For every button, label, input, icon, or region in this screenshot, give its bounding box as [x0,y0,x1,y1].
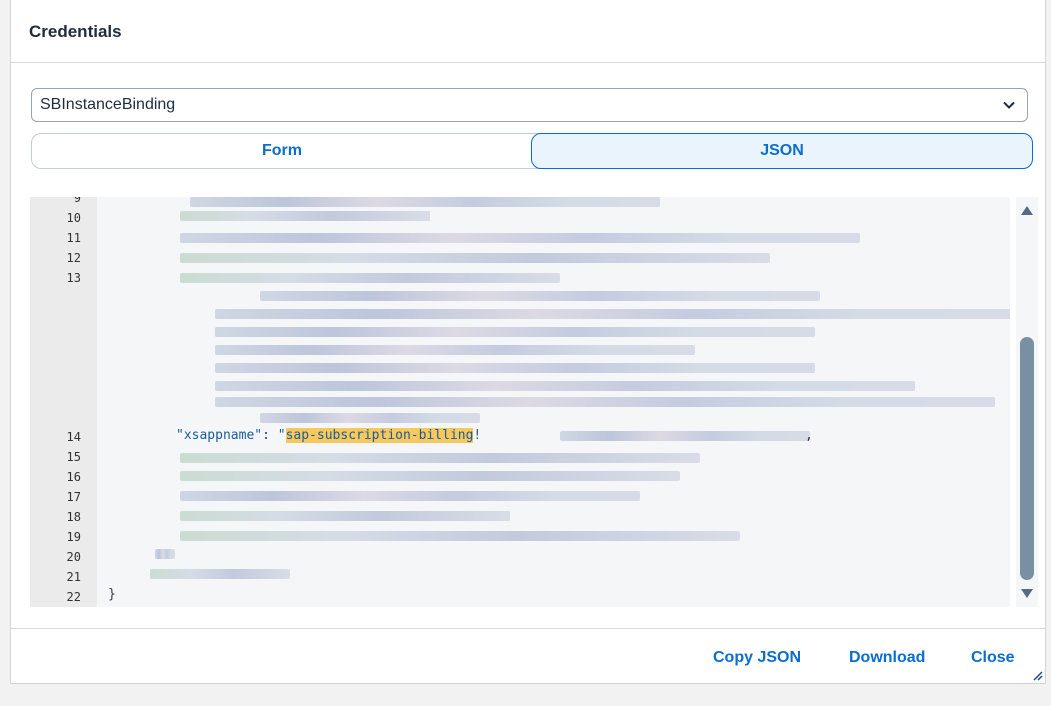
redacted-code-line [215,345,695,355]
json-tab-button[interactable]: JSON [531,133,1033,169]
search-highlight: sap-subscription-billing [285,428,474,443]
redacted-code-line [180,531,740,541]
json-key: "xsappname" [176,428,263,443]
redacted-code-line [190,197,660,207]
line-number: 22 [66,590,81,604]
redacted-code-line [560,431,810,441]
json-quote: " [277,428,286,443]
closing-brace: } [108,587,116,602]
redacted-code-line [215,309,1010,319]
redacted-code-line [260,291,820,301]
line-number: 11 [66,231,81,245]
redacted-code-line [180,211,430,221]
download-button[interactable]: Download [849,649,925,667]
redacted-code-line [150,569,290,579]
line-number: 20 [66,550,81,564]
redacted-code-line [215,327,815,337]
line-number: 10 [66,211,81,225]
scroll-up-icon[interactable] [1021,206,1033,215]
dialog-title: Credentials [29,22,122,41]
line-number: 19 [66,530,81,544]
line-number: 21 [66,570,81,584]
redacted-code-line [180,471,680,481]
line-number: 17 [66,490,81,504]
editor-scrollbar[interactable] [1016,197,1038,607]
json-separator: : [262,428,278,443]
chevron-down-icon[interactable] [1001,97,1017,113]
line-number: 14 [66,430,81,444]
credentials-dialog: Credentials SBInstanceBinding Form JSON … [10,0,1046,684]
view-toggle: Form JSON [31,133,1033,169]
redacted-code-line [180,253,770,263]
close-button[interactable]: Close [971,649,1015,667]
json-value-rest: ! [473,428,482,443]
line-number: 12 [66,251,81,265]
redacted-code-line [180,273,560,283]
redacted-code-line [260,413,480,423]
json-comma: , [805,428,813,443]
line-number: 15 [66,450,81,464]
redacted-code-line [180,511,510,521]
line-number-gutter: 9 10 11 12 13 14 15 16 17 18 19 20 21 22 [30,197,97,607]
line-number: 9 [73,197,81,205]
resize-handle-icon[interactable] [1031,669,1043,681]
binding-select[interactable]: SBInstanceBinding [31,88,1028,122]
line-number: 18 [66,510,81,524]
scrollbar-thumb[interactable] [1020,337,1034,580]
redacted-code-line [215,397,995,407]
xsappname-line: "xsappname": "sap-subscription-billing! [176,428,481,443]
redacted-code-line [180,453,700,463]
redacted-code-line [180,491,640,501]
dialog-header: Credentials [11,0,1045,63]
binding-select-value: SBInstanceBinding [40,96,176,113]
copy-json-button[interactable]: Copy JSON [713,649,801,667]
form-tab-button[interactable]: Form [32,134,532,168]
redacted-code-line [180,233,860,243]
redacted-code-line [215,363,815,373]
line-number: 16 [66,470,81,484]
line-number: 13 [66,271,81,285]
scroll-down-icon[interactable] [1021,589,1033,598]
redacted-code-line [215,381,915,391]
dialog-footer: Copy JSON Download Close [11,628,1045,683]
redacted-code-line [155,549,175,559]
json-editor[interactable]: 9 10 11 12 13 14 15 16 17 18 19 20 21 22 [30,197,1010,607]
